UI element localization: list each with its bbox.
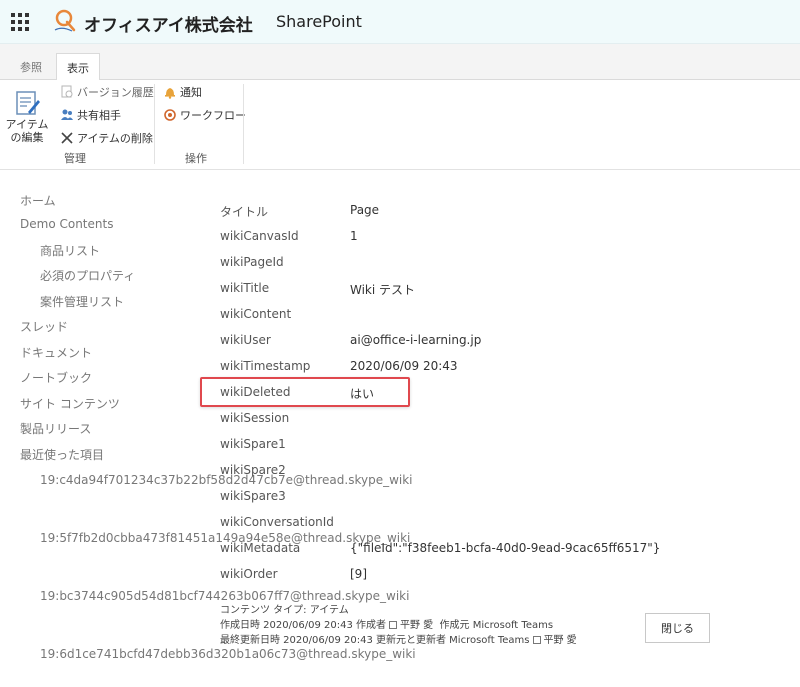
edit-item-button[interactable]: アイテムの編集 — [2, 88, 52, 144]
property-key: wikiSession — [220, 411, 290, 425]
modified-by-link[interactable]: 平野 愛 — [544, 635, 577, 646]
nav-item-threads[interactable]: スレッド — [20, 318, 68, 335]
property-row: wikiPageId — [220, 250, 780, 274]
shared-with-label: 共有相手 — [77, 109, 121, 122]
group-label-actions: 操作 — [185, 152, 207, 165]
modified-info: 最終更新日時 2020/06/09 20:43 更新元と更新者 Microsof… — [220, 631, 577, 646]
nav-item-documents[interactable]: ドキュメント — [20, 344, 92, 361]
workflows-label: ワークフロー — [180, 109, 246, 122]
version-history-label: バージョン履歴 — [77, 86, 154, 99]
property-key: wikiPageId — [220, 255, 284, 269]
property-value: ai@office-i-learning.jp — [350, 333, 482, 347]
recent-item[interactable]: 19:5f7fb2d0cbba473f81451a149a94e58e@thre… — [40, 530, 410, 546]
group-label-manage: 管理 — [64, 152, 86, 165]
tab-browse[interactable]: 参照 — [20, 59, 42, 75]
close-button[interactable]: 閉じる — [645, 613, 710, 643]
ribbon-tabs: 参照 表示 — [0, 44, 800, 81]
property-row: wikiSpare2 — [220, 458, 780, 482]
nav-item-product-list[interactable]: 商品リスト — [40, 242, 100, 259]
created-info: 作成日時 2020/06/09 20:43 作成者 平野 愛 作成元 Micros… — [220, 616, 553, 631]
property-row: wikiTitle Wiki テスト — [220, 276, 780, 300]
company-logo-icon — [54, 9, 76, 32]
nav-item-home[interactable]: ホーム — [20, 192, 56, 209]
edit-item-icon — [16, 91, 40, 115]
nav-item-product-releases[interactable]: 製品リリース — [20, 420, 91, 437]
delete-item-label: アイテムの削除 — [77, 132, 153, 145]
ribbon: アイテムの編集 バージョン履歴 共有相手 アイテムの削除 管理 通知 ワークフロ… — [0, 80, 800, 170]
property-value: {"fileId":"f38feeb1-bcfa-40d0-9ead-9cac6… — [350, 541, 661, 555]
version-history-icon — [61, 85, 73, 98]
presence-icon — [389, 621, 397, 629]
company-name[interactable]: オフィスアイ株式会社 — [84, 11, 253, 36]
nav-item-project-list[interactable]: 案件管理リスト — [40, 293, 124, 310]
property-key: wikiMetadata — [220, 541, 301, 555]
created-prefix: 作成日時 2020/06/09 20:43 作成者 — [220, 620, 386, 631]
property-row: wikiSpare1 — [220, 432, 780, 456]
property-row: wikiOrder [9] — [220, 562, 780, 586]
alert-me-label: 通知 — [180, 86, 202, 99]
ribbon-divider — [154, 84, 155, 164]
property-row: wikiUser ai@office-i-learning.jp — [220, 328, 780, 352]
nav-item-site-contents[interactable]: サイト コンテンツ — [20, 395, 120, 412]
edit-item-label: アイテムの編集 — [5, 118, 49, 144]
property-row: wikiContent — [220, 302, 780, 326]
property-row: wikiSession — [220, 406, 780, 430]
property-row: タイトル Page — [220, 198, 780, 222]
property-row: wikiMetadata {"fileId":"f38feeb1-bcfa-40… — [220, 536, 780, 560]
property-value: [9] — [350, 567, 367, 581]
shared-with-button[interactable]: 共有相手 — [60, 106, 121, 124]
property-row: wikiCanvasId 1 — [220, 224, 780, 248]
created-by-link[interactable]: 平野 愛 — [400, 620, 433, 631]
nav-item-demo-contents[interactable]: Demo Contents — [20, 217, 113, 231]
property-key: wikiTimestamp — [220, 359, 311, 373]
property-row: wikiConversationId — [220, 510, 780, 534]
property-key: wikiSpare1 — [220, 437, 286, 451]
ribbon-divider — [243, 84, 244, 164]
version-history-button[interactable]: バージョン履歴 — [60, 83, 154, 101]
property-key: wikiCanvasId — [220, 229, 299, 243]
people-icon — [61, 109, 73, 120]
property-key: wikiSpare2 — [220, 463, 286, 477]
nav-item-notebook[interactable]: ノートブック — [20, 369, 92, 386]
property-key: wikiSpare3 — [220, 489, 286, 503]
product-name[interactable]: SharePoint — [276, 12, 362, 31]
workflow-icon — [164, 109, 176, 121]
workflows-button[interactable]: ワークフロー — [163, 106, 246, 124]
nav-item-recent: 最近使った項目 — [20, 448, 105, 462]
delete-item-button[interactable]: アイテムの削除 — [60, 129, 153, 147]
delete-icon — [61, 132, 73, 144]
suite-bar: オフィスアイ株式会社 SharePoint — [0, 0, 800, 44]
property-value: 2020/06/09 20:43 — [350, 359, 458, 373]
bell-icon — [165, 88, 175, 99]
recent-item[interactable]: 19:bc3744c905d54d81bcf744263b067ff7@thre… — [40, 588, 409, 604]
property-key: wikiUser — [220, 333, 271, 347]
property-key: wikiContent — [220, 307, 292, 321]
property-key: wikiTitle — [220, 281, 270, 295]
presence-icon — [532, 636, 541, 644]
alert-me-button[interactable]: 通知 — [163, 83, 202, 101]
modified-prefix: 最終更新日時 2020/06/09 20:43 更新元と更新者 Microsof… — [220, 635, 530, 646]
property-value: 1 — [350, 229, 358, 243]
highlight-box — [200, 377, 410, 407]
recent-item[interactable]: 19:c4da94f701234c37b22bf58d2d47cb7e@thre… — [40, 472, 413, 488]
content-type: コンテンツ タイプ: アイテム — [220, 605, 349, 616]
created-app: 作成元 Microsoft Teams — [439, 620, 554, 631]
tab-view[interactable]: 表示 — [56, 53, 100, 81]
recent-item[interactable]: 19:6d1ce741bcfd47debb36d320b1a06c73@thre… — [40, 646, 416, 662]
property-value: Wiki テスト — [350, 283, 416, 297]
app-launcher-icon[interactable] — [11, 13, 29, 31]
property-value: Page — [350, 203, 380, 217]
nav-item-required-properties[interactable]: 必須のプロパティ — [40, 267, 135, 284]
property-row: wikiSpare3 — [220, 484, 780, 508]
property-key: wikiConversationId — [220, 515, 334, 529]
property-key: タイトル — [220, 205, 269, 219]
property-row: wikiTimestamp 2020/06/09 20:43 — [220, 354, 780, 378]
property-key: wikiOrder — [220, 567, 278, 581]
